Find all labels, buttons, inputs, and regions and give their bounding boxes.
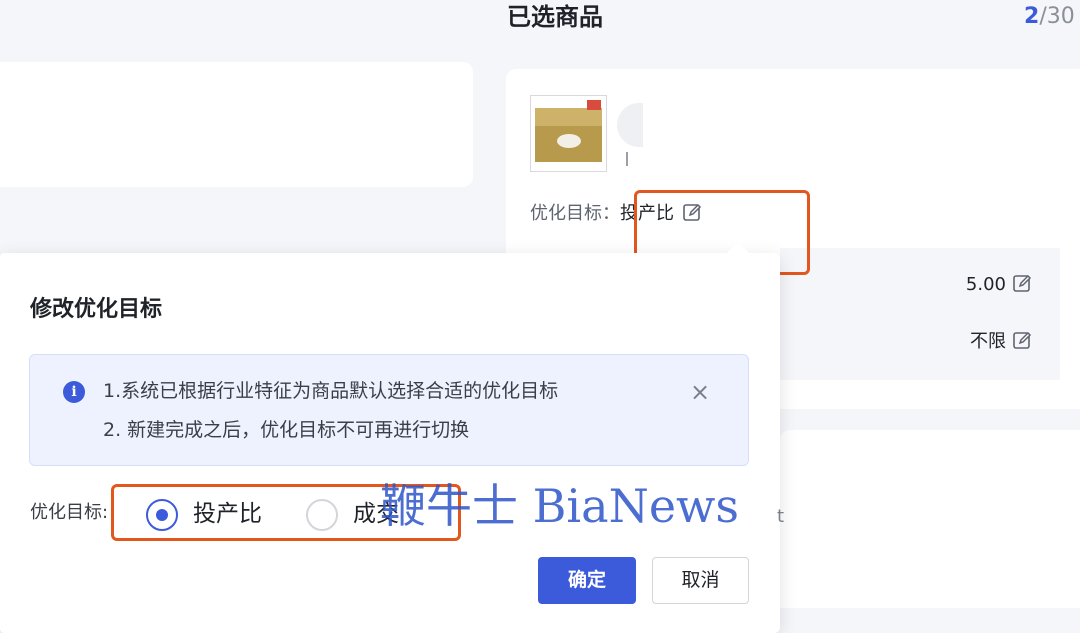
stray-text-fragment: t — [777, 506, 785, 527]
product-name-fragment — [626, 152, 628, 166]
info-line-2: 2. 新建完成之后，优化目标不可再进行切换 — [103, 419, 470, 441]
info-alert — [29, 354, 749, 466]
radio-group-label: 优化目标: — [30, 502, 109, 523]
second-product-card — [780, 430, 1080, 633]
info-line-1: 1.系统已根据行业特征为商品默认选择合适的优化目标 — [103, 380, 559, 402]
product-box-image — [535, 108, 602, 162]
metric-bid-value: 5.00 — [965, 274, 1006, 295]
selected-count-current: 2 — [1024, 4, 1040, 29]
metric-budget: 不限 — [970, 328, 1032, 356]
product-tag — [587, 100, 601, 110]
watermark: 鞭牛士 BiaNews — [380, 479, 740, 533]
left-card — [0, 62, 473, 187]
selected-count: 2/30 — [1024, 0, 1075, 34]
metric-bid: 5.00 — [966, 271, 1032, 299]
confirm-button[interactable]: 确定 — [538, 557, 636, 604]
metrics-panel: 5.00 不限 — [780, 248, 1060, 380]
metric-budget-value: 不限 — [970, 331, 1006, 352]
info-icon: i — [63, 381, 85, 403]
edit-icon[interactable] — [1012, 330, 1032, 350]
product-thumbnail[interactable] — [530, 95, 607, 172]
selected-products-title: 已选商品 — [507, 3, 603, 31]
popover-title: 修改优化目标 — [30, 297, 163, 322]
edit-icon[interactable] — [1012, 273, 1032, 293]
cancel-button[interactable]: 取消 — [652, 557, 749, 604]
selected-count-total: /30 — [1039, 4, 1075, 29]
close-icon[interactable]: × — [690, 378, 710, 406]
optimization-target-label: 优化目标： — [530, 203, 620, 224]
second-product-metrics — [780, 608, 1080, 633]
